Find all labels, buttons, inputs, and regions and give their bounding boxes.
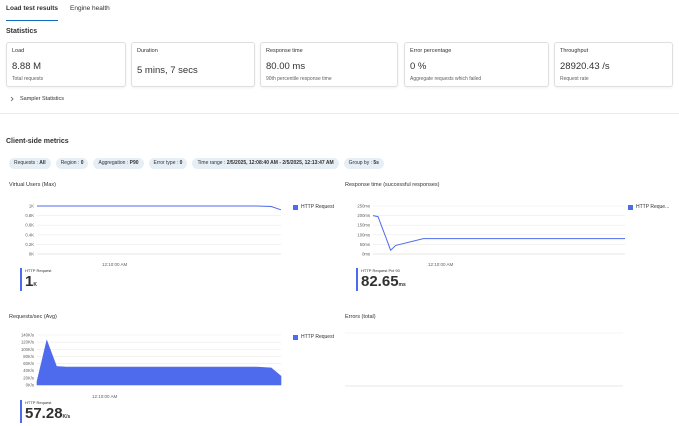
filter-value: 2/5/2025, 12:08:40 AM - 2/5/2025, 12:13:… (226, 160, 334, 166)
filter-value: P90 (129, 160, 139, 166)
series-area-http-request (36, 339, 282, 386)
series-line-http-request-pct-90 (372, 215, 625, 252)
filter-value: 0 (80, 160, 84, 166)
chart-errors (345, 332, 623, 387)
chart-title-requests-per-sec: Requests/sec (Avg) (9, 314, 57, 320)
chart-virtual-users: 1K 0.8K 0.6K 0.4K 0.2K 0K 12:10:00 AM (25, 204, 282, 267)
y-tick-label: 120K/s (21, 340, 34, 345)
y-tick-label: 0.4K (25, 232, 34, 237)
filter-region[interactable]: Region : 0 (55, 158, 89, 169)
statistics-title: Statistics (6, 28, 38, 35)
kpi-unit: K (33, 282, 37, 288)
kpi-requests-per-sec: HTTP Request 57.28K/s (20, 400, 70, 423)
kpi-response-time: HTTP Request Pct 90 82.65ms (356, 268, 406, 291)
y-tick-label: 0ms (362, 252, 370, 257)
card-subtitle: Request rate (560, 76, 589, 82)
filter-label: Error type : (153, 160, 180, 166)
chevron-right-icon (10, 96, 14, 102)
filter-group-by[interactable]: Group by : 5s (343, 158, 384, 169)
y-tick-label: 250ms (357, 204, 370, 209)
tab-engine-health[interactable]: Engine health (70, 3, 110, 21)
card-value: 8.88 M (12, 61, 42, 72)
legend-label: HTTP Request (301, 334, 334, 340)
filter-value: 0 (179, 160, 183, 166)
kpi-value: 57.28 (25, 405, 63, 422)
x-tick-label: 12:10:00 AM (428, 262, 454, 267)
card-value: 80.00 ms (266, 61, 306, 72)
y-tick-label: 140K/s (21, 333, 34, 338)
chart-response-time: 250ms 200ms 150ms 100ms 50ms 0ms 12:10:00 AM (357, 204, 625, 267)
filter-time-range[interactable]: Time range : 2/5/2025, 12:08:40 AM - 2/5… (192, 158, 339, 169)
y-tick-label: 100ms (357, 232, 370, 237)
y-tick-label: 20K/s (23, 375, 34, 380)
y-tick-label: 150ms (357, 223, 370, 228)
y-tick-label: 50ms (360, 242, 370, 247)
card-subtitle: 90th percentile response time (266, 76, 332, 82)
card-load: Load 8.88 M Total requests (6, 42, 126, 87)
kpi-unit: ms (398, 282, 406, 288)
card-value: 5 mins, 7 secs (137, 65, 198, 76)
card-error-percentage: Error percentage 0 % Aggregate requests … (404, 42, 549, 87)
legend-swatch (293, 334, 298, 340)
legend-label: HTTP Reque... (636, 204, 670, 210)
y-tick-label: 0K/s (26, 383, 34, 388)
legend-label: HTTP Request (301, 204, 334, 210)
filter-label: Region : (60, 160, 81, 166)
sampler-statistics-toggle[interactable]: Sampler Statistics (9, 96, 64, 102)
filter-aggregation[interactable]: Aggregation : P90 (93, 158, 144, 169)
y-tick-label: 0K (29, 252, 34, 257)
chart-requests-per-sec: 140K/s 120K/s 100K/s 80K/s 60K/s 40K/s 20K/s 0K… (21, 333, 282, 399)
filter-label: Aggregation : (98, 160, 130, 166)
legend-response-time: HTTP Reque... (628, 204, 669, 210)
tab-bar: Load test results Engine health (6, 3, 110, 21)
legend-requests-per-sec: HTTP Request (293, 334, 334, 340)
card-value: 0 % (410, 61, 427, 72)
y-tick-label: 0.2K (25, 242, 34, 247)
tab-load-test-results[interactable]: Load test results (6, 3, 59, 21)
filter-error-type[interactable]: Error type : 0 (148, 158, 188, 169)
card-duration: Duration 5 mins, 7 secs (131, 42, 255, 87)
filter-label: Requests : (14, 160, 40, 166)
x-tick-label: 12:10:00 AM (92, 394, 118, 399)
legend-swatch (628, 204, 633, 210)
sampler-statistics-label: Sampler Statistics (20, 96, 65, 102)
card-title: Response time (266, 48, 303, 54)
card-title: Error percentage (410, 48, 452, 54)
card-title: Throughput (560, 48, 589, 54)
legend-swatch (293, 204, 298, 210)
card-value: 28920.43 /s (560, 61, 610, 72)
card-throughput: Throughput 28920.43 /s Request rate (554, 42, 673, 87)
x-tick-label: 12:10:00 AM (102, 262, 128, 267)
filter-label: Group by : (348, 160, 374, 166)
chart-title-errors: Errors (total) (345, 314, 376, 320)
y-tick-label: 100K/s (21, 347, 34, 352)
y-tick-label: 80K/s (23, 354, 34, 359)
filter-bar: Requests : All Region : 0 Aggregation : … (9, 158, 384, 169)
filter-value: All (39, 160, 46, 166)
chart-title-response-time: Response time (successful responses) (345, 182, 440, 188)
filter-value: 5s (373, 160, 379, 166)
y-tick-label: 1K (29, 204, 34, 209)
filter-label: Time range : (197, 160, 227, 166)
y-tick-label: 40K/s (23, 368, 34, 373)
y-tick-label: 200ms (357, 213, 370, 218)
card-response-time: Response time 80.00 ms 90th percentile r… (260, 42, 398, 87)
legend-virtual-users: HTTP Request (293, 204, 334, 210)
card-title: Load (12, 48, 25, 54)
kpi-value: 82.65 (361, 273, 399, 290)
kpi-unit: K/s (62, 414, 71, 420)
kpi-virtual-users: HTTP Request 1K (20, 268, 51, 291)
filter-requests[interactable]: Requests : All (9, 158, 51, 169)
y-tick-label: 0.6K (25, 223, 34, 228)
card-subtitle: Total requests (12, 76, 44, 82)
card-subtitle: Aggregate requests which failed (410, 76, 482, 82)
section-divider (0, 113, 679, 114)
y-tick-label: 60K/s (23, 361, 34, 366)
client-metrics-title: Client-side metrics (6, 138, 69, 145)
chart-title-virtual-users: Virtual Users (Max) (9, 182, 56, 188)
series-line-http-request (37, 205, 282, 211)
card-title: Duration (137, 48, 158, 54)
y-tick-label: 0.8K (25, 213, 34, 218)
